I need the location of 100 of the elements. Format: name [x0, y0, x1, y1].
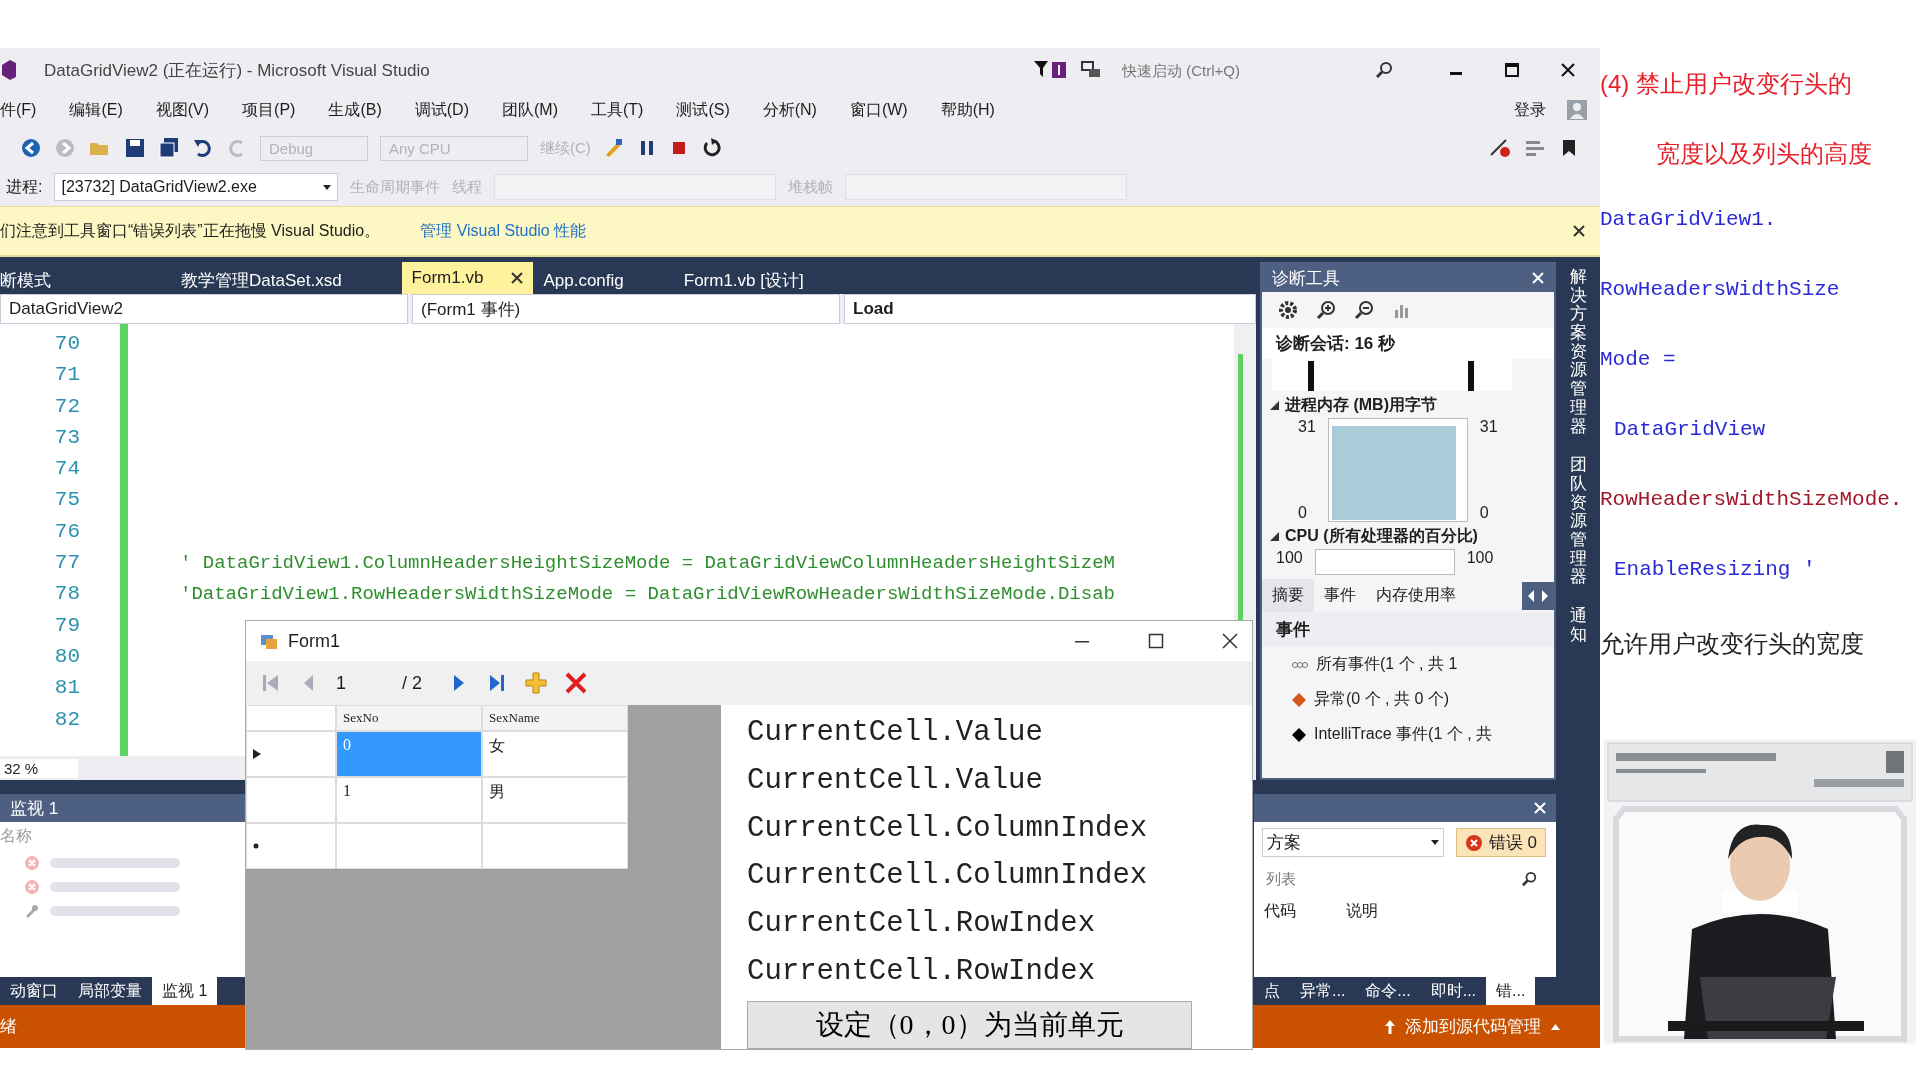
panel-tab[interactable]: 即时...: [1420, 977, 1487, 1005]
column-header[interactable]: 说明: [1346, 901, 1378, 922]
panel-tab[interactable]: 局部变量: [68, 977, 152, 1005]
sign-in-link[interactable]: 登录: [1501, 99, 1559, 121]
side-tab[interactable]: 解决方案资源管理器: [1569, 268, 1587, 437]
line-number: 75: [54, 487, 80, 514]
table-cell[interactable]: 1: [336, 777, 482, 823]
search-field[interactable]: 列表: [1262, 865, 1546, 891]
diagnostics-tab[interactable]: 事件: [1314, 579, 1366, 612]
window-title: DataGridView2 (正在运行) - Microsoft Visual Studio: [44, 59, 430, 82]
code-comment: 'DataGridView1.RowHeadersWidthSizeMode = DataGridViewRowHeadersWidthSizeMode.Disab: [180, 583, 1115, 605]
source-control-button[interactable]: 添加到源代码管理: [1385, 1015, 1560, 1038]
menu-item[interactable]: 调试(D): [401, 99, 482, 121]
record-count: / 2: [402, 672, 423, 694]
panel-tab[interactable]: 点: [1254, 977, 1290, 1005]
maximize-icon[interactable]: [1148, 633, 1164, 649]
event-item[interactable]: IntelliTrace 事件(1 个 , 共: [1314, 724, 1493, 745]
scope-dropdown[interactable]: 方案: [1262, 828, 1444, 857]
menu-item[interactable]: 团队(M): [488, 99, 571, 121]
event-item[interactable]: 异常(0 个 , 共 0 个): [1314, 689, 1450, 710]
maximize-icon[interactable]: [1504, 62, 1520, 78]
menu-item[interactable]: 分析(N): [749, 99, 830, 121]
save-all-icon[interactable]: [158, 137, 180, 159]
window-title: Form1: [288, 630, 340, 652]
form-label: CurrentCell.ColumnIndex: [747, 858, 1149, 895]
timeline-ruler[interactable]: [1272, 359, 1512, 391]
close-icon[interactable]: [1222, 633, 1238, 649]
diagnostics-tab[interactable]: 摘要: [1262, 579, 1314, 612]
line-number: 81: [54, 675, 80, 702]
event-item[interactable]: 所有事件(1 个 , 共 1: [1316, 654, 1458, 675]
table-cell[interactable]: 女: [482, 731, 628, 777]
document-tab[interactable]: App.config: [543, 262, 644, 294]
form-label: CurrentCell.Value: [747, 763, 1044, 800]
zoom-in-icon[interactable]: [1316, 300, 1336, 320]
set-current-cell-button[interactable]: 设定（0，0）为当前单元: [747, 1001, 1192, 1049]
axis-label: 0: [1298, 504, 1308, 522]
menu-item[interactable]: 件(F): [0, 99, 50, 121]
zoom-dropdown[interactable]: 32 %: [0, 758, 78, 778]
menu-item[interactable]: 测试(S): [663, 99, 743, 121]
object-dropdown[interactable]: (Form1 事件): [412, 294, 840, 324]
table-cell[interactable]: [482, 823, 628, 869]
side-tab[interactable]: 通知: [1569, 607, 1587, 645]
line-number: 73: [54, 424, 80, 451]
panel-tab[interactable]: 命令...: [1355, 977, 1421, 1005]
save-icon[interactable]: [124, 137, 146, 159]
back-icon[interactable]: [20, 137, 42, 159]
panel-tab[interactable]: 动窗口: [0, 977, 68, 1005]
table-cell[interactable]: 男: [482, 777, 628, 823]
project-dropdown[interactable]: DataGridView2: [0, 294, 408, 324]
line-number: 70: [54, 331, 80, 357]
process-dropdown[interactable]: [23732] DataGridView2.exe: [54, 173, 339, 201]
tab-scroll-icon[interactable]: [1522, 581, 1554, 610]
close-icon[interactable]: [1572, 224, 1586, 238]
menu-item[interactable]: 生成(B): [315, 99, 395, 121]
menu-item[interactable]: 工具(T): [577, 99, 657, 121]
menu-item[interactable]: 帮助(H): [927, 99, 1008, 121]
menu-item[interactable]: 编辑(E): [56, 99, 136, 121]
column-header[interactable]: SexNo: [336, 705, 482, 731]
panel-title: 监视 1: [10, 797, 59, 820]
table-cell[interactable]: [336, 823, 482, 869]
menu-item[interactable]: 项目(P): [229, 99, 309, 121]
column-header[interactable]: 代码: [1264, 901, 1296, 922]
form-icon: [260, 632, 278, 650]
position-field[interactable]: 1: [336, 672, 386, 694]
slide-text: 宽度以及列头的高度: [1655, 139, 1872, 169]
column-header[interactable]: SexName: [482, 705, 628, 731]
menu-item[interactable]: 视图(V): [142, 99, 223, 121]
delete-icon[interactable]: [564, 671, 588, 695]
filter-icon[interactable]: [1034, 59, 1068, 81]
events-heading: 事件: [1262, 612, 1554, 647]
performance-link[interactable]: 管理 Visual Studio 性能: [420, 220, 587, 242]
panel-tab[interactable]: 监视 1: [152, 977, 218, 1005]
corner-cell[interactable]: [246, 705, 336, 731]
breakpoint-icon[interactable]: [1488, 137, 1512, 159]
settings-icon[interactable]: [1278, 300, 1298, 320]
collapse-icon[interactable]: [1270, 401, 1279, 410]
close-icon[interactable]: [1560, 62, 1576, 78]
document-tab[interactable]: 教学管理DataSet.xsd: [111, 262, 362, 294]
side-tab[interactable]: 团队资源管理器: [1569, 456, 1587, 587]
member-dropdown[interactable]: Load: [844, 294, 1256, 324]
undo-icon[interactable]: [192, 137, 214, 159]
up-arrow-icon: [1385, 1019, 1395, 1034]
zoom-out-icon[interactable]: [1354, 300, 1374, 320]
diagnostics-tab[interactable]: 内存使用率: [1366, 579, 1466, 612]
collapse-icon[interactable]: [1270, 532, 1279, 541]
search-icon: [1376, 61, 1394, 79]
form-label: CurrentCell.Value: [747, 715, 1044, 752]
quick-launch-field[interactable]: 快速启动 (Ctrl+Q): [1114, 55, 1402, 85]
document-tab[interactable]: 断模式: [0, 262, 71, 294]
error-icon: [24, 855, 40, 871]
document-tab[interactable]: Form1.vb [设计]: [683, 262, 824, 294]
menu-item[interactable]: 窗口(W): [836, 99, 921, 121]
errors-filter-button[interactable]: 错误 0: [1455, 828, 1546, 857]
close-icon[interactable]: [511, 272, 524, 284]
error-icon: [24, 879, 40, 895]
axis-label: 31: [1479, 418, 1498, 436]
caret-icon: [1430, 840, 1439, 845]
panel-tab[interactable]: 异常...: [1290, 977, 1356, 1005]
document-tab[interactable]: Form1.vb: [401, 262, 534, 294]
panel-tab[interactable]: 错...: [1486, 977, 1536, 1005]
